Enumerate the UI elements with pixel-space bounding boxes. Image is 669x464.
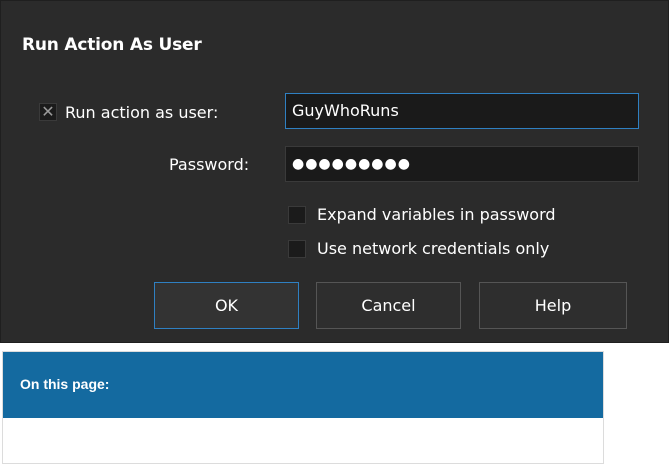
run-as-user-label: Run action as user: — [65, 103, 219, 122]
expand-variables-label: Expand variables in password — [317, 205, 556, 224]
run-as-user-checkbox[interactable]: ✕ — [39, 103, 57, 121]
on-this-page-panel: On this page: — [2, 351, 604, 464]
on-this-page-header: On this page: — [3, 352, 603, 418]
cancel-button[interactable]: Cancel — [316, 282, 461, 329]
expand-variables-checkbox[interactable] — [288, 206, 306, 224]
network-credentials-checkbox[interactable] — [288, 240, 306, 258]
help-button[interactable]: Help — [479, 282, 627, 329]
on-this-page-title: On this page: — [20, 376, 110, 392]
run-as-user-dialog: Run Action As User ✕ Run action as user:… — [0, 0, 669, 343]
password-label: Password: — [169, 155, 250, 174]
password-input[interactable]: ●●●●●●●●● — [285, 146, 639, 182]
ok-button[interactable]: OK — [154, 282, 299, 329]
dialog-title: Run Action As User — [22, 35, 202, 55]
username-input[interactable]: GuyWhoRuns — [285, 93, 639, 129]
network-credentials-label: Use network credentials only — [317, 239, 550, 258]
